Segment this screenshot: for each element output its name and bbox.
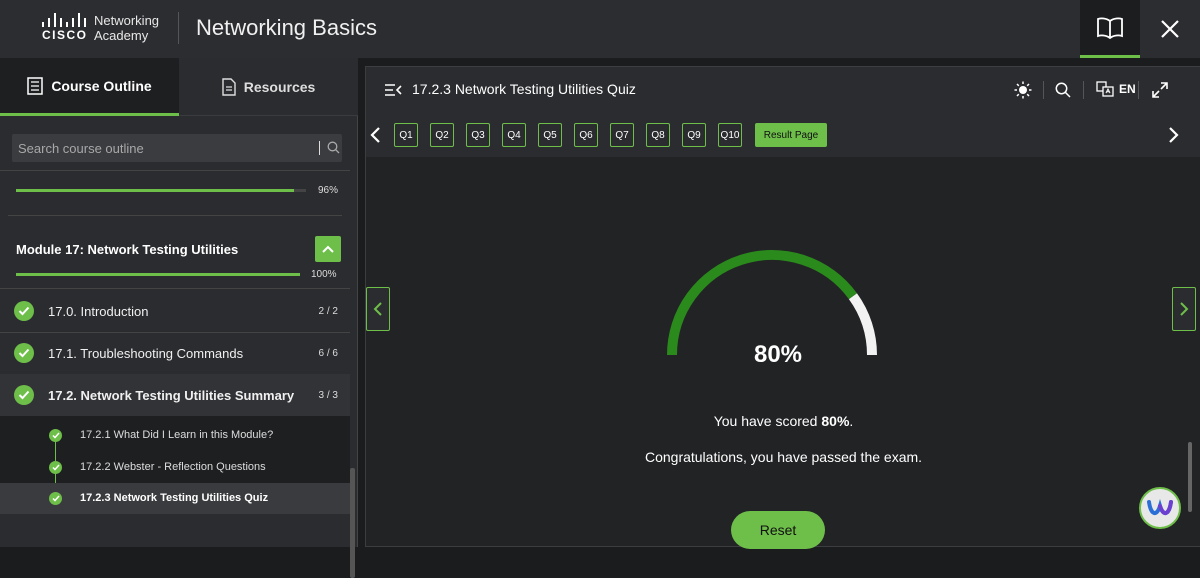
question-button[interactable]: Q6 [574,123,598,147]
book-open-icon [1097,17,1123,39]
question-button[interactable]: Q2 [430,123,454,147]
tab-course-outline[interactable]: Course Outline [0,58,179,116]
check-icon [14,343,34,363]
chevron-right-icon[interactable] [1168,126,1180,144]
panel-scrollbar[interactable] [1188,442,1192,512]
webex-assistant-button[interactable] [1139,487,1181,529]
search-box [12,134,342,162]
sidebar-tabs: Course Outline Resources [0,58,358,116]
outline-item-active[interactable]: 17.2. Network Testing Utilities Summary … [0,374,350,416]
sub-item-label: 17.2.3 Network Testing Utilities Quiz [80,492,269,504]
chevron-left-icon [373,302,382,316]
divider [8,215,342,216]
next-page-button[interactable] [1172,287,1196,331]
outline-item-label: 17.0. Introduction [48,303,149,319]
chevron-right-icon [1180,302,1189,316]
overall-progress-label: 96% [318,185,339,196]
translate-icon [1096,81,1114,97]
module-progress-bar [16,273,300,276]
toolbar-divider [1043,81,1044,99]
overall-progress-bar [16,189,306,192]
chevron-up-icon [322,245,334,253]
tab-resources[interactable]: Resources [179,58,358,116]
cisco-wordmark: CISCO [42,28,88,42]
question-button[interactable]: Q7 [610,123,634,147]
score-value: 80% [821,413,850,429]
outline-item-count: 6 / 6 [318,347,338,359]
check-icon [49,492,62,505]
collapse-menu-icon[interactable] [384,83,402,97]
question-button[interactable]: Q10 [718,123,742,147]
sub-item-current[interactable]: 17.2.3 Network Testing Utilities Quiz [0,483,350,514]
question-button[interactable]: Q5 [538,123,562,147]
sub-item[interactable]: 17.2.2 Webster - Reflection Questions [0,452,350,483]
outline-item[interactable]: 17.0. Introduction 2 / 2 [0,290,350,332]
question-button[interactable]: Q3 [466,123,490,147]
brightness-icon[interactable] [1014,81,1032,99]
cisco-logo[interactable]: CISCO Networking Academy [38,13,168,45]
webex-icon [1147,499,1173,515]
reset-button[interactable]: Reset [731,511,825,549]
course-title: Networking Basics [196,15,377,40]
toolbar-divider [1083,81,1084,99]
collapse-module-button[interactable] [315,236,341,262]
question-button[interactable]: Q4 [502,123,526,147]
outline-item-count: 2 / 2 [318,305,338,317]
check-icon [49,429,62,442]
outline-icon [27,76,44,95]
tab-label: Resources [243,78,316,95]
module-progress-label: 100% [311,269,337,280]
pass-message: Congratulations, you have passed the exa… [644,449,923,465]
score-message: You have scored 80%. [713,413,854,429]
tab-label: Course Outline [51,77,152,94]
sidebar-scrollbar[interactable] [350,468,355,578]
book-button[interactable] [1080,0,1140,58]
sub-item[interactable]: 17.2.1 What Did I Learn in this Module? [0,420,350,451]
toolbar-divider [1138,81,1139,99]
sub-item-label: 17.2.1 What Did I Learn in this Module? [80,429,274,441]
quiz-panel: 17.2.3 Network Testing Utilities Quiz EN… [365,66,1200,549]
outline-item[interactable]: 17.1. Troubleshooting Commands 6 / 6 [0,332,350,374]
close-button[interactable] [1140,0,1200,58]
search-icon[interactable] [327,141,340,154]
check-icon [14,385,34,405]
check-icon [49,461,62,474]
top-bar: CISCO Networking Academy Networking Basi… [0,0,1200,58]
outline-item-count: 3 / 3 [318,389,338,401]
expand-icon[interactable] [1152,82,1168,98]
close-icon [1161,20,1179,38]
question-button[interactable]: Q9 [682,123,706,147]
question-button[interactable]: Q1 [394,123,418,147]
course-sidebar: Course Outline Resources 96% Module 17: … [0,58,358,578]
sub-item-label: 17.2.2 Webster - Reflection Questions [80,461,266,473]
outline-item-label: 17.1. Troubleshooting Commands [48,345,244,361]
outline-item-label: 17.2. Network Testing Utilities Summary [48,387,295,403]
score-percentage: 80% [753,341,803,368]
question-button[interactable]: Q8 [646,123,670,147]
check-icon [14,301,34,321]
search-input[interactable] [12,134,302,162]
chevron-left-icon[interactable] [369,126,381,144]
divider [0,288,350,289]
gauge-fill [667,250,857,356]
module-title[interactable]: Module 17: Network Testing Utilities [16,242,238,257]
cisco-bars-icon [38,13,90,27]
logo-divider [178,12,179,44]
document-icon [222,77,236,96]
result-page-button[interactable]: Result Page [755,123,827,147]
previous-page-button[interactable] [366,287,390,331]
search-divider [319,141,320,155]
academy-name: Networking Academy [94,13,160,43]
gauge-track [848,293,877,356]
search-icon[interactable] [1055,82,1071,98]
language-label: EN [1119,82,1136,96]
quiz-title: 17.2.3 Network Testing Utilities Quiz [412,81,636,97]
language-selector[interactable]: EN [1096,81,1136,97]
panel-header: 17.2.3 Network Testing Utilities Quiz EN… [366,67,1200,157]
divider [0,170,350,171]
